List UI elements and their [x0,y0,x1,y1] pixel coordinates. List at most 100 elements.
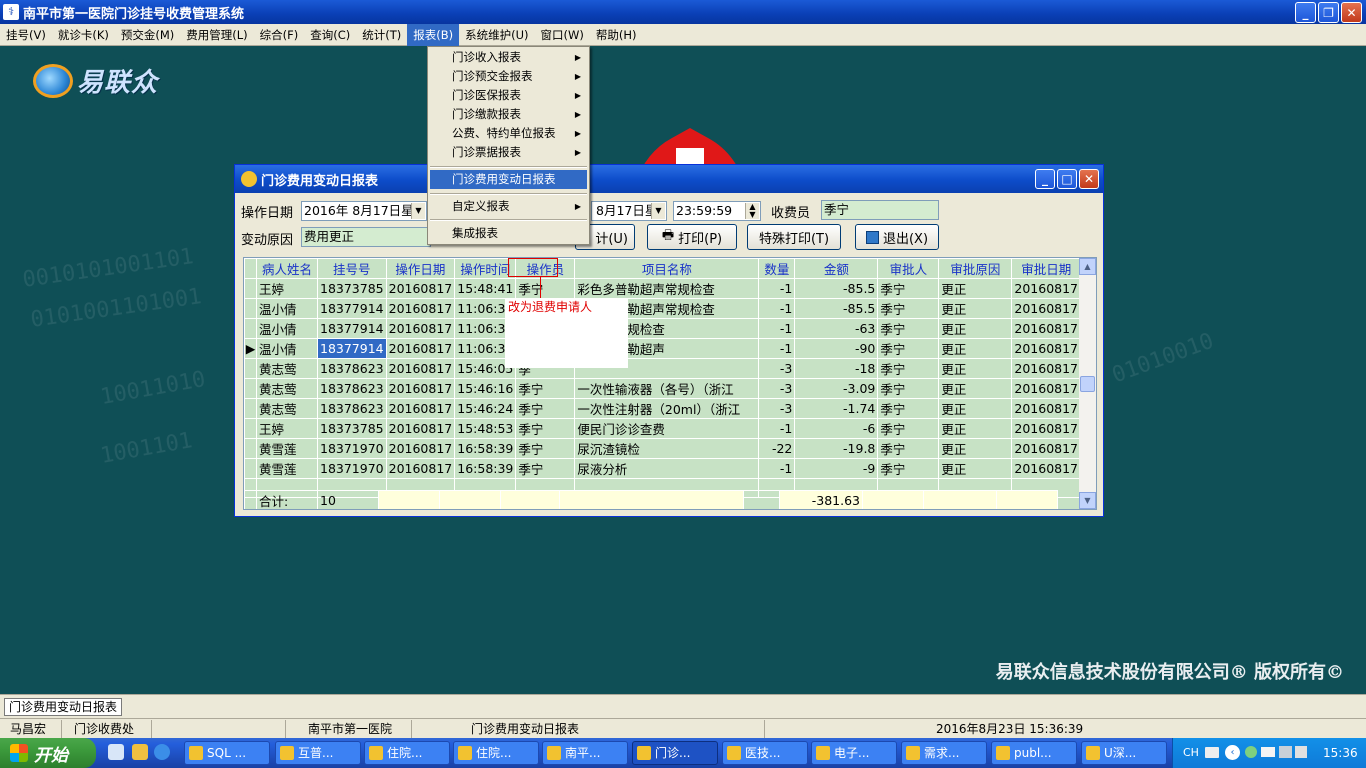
child-minimize-button[interactable]: _ [1035,169,1055,189]
cell-quantity[interactable]: -1 [758,418,796,439]
cell-approval-reason[interactable]: 更正 [938,358,1013,379]
menu-prepay[interactable]: 预交金(M) [115,24,180,46]
cell-approver[interactable]: 季宁 [877,338,940,359]
cell-operator[interactable]: 季宁 [515,398,576,419]
menu-item-outpatient-income[interactable]: 门诊收入报表 ▶ [430,48,587,67]
cell-patient-name[interactable]: 温小倩 [256,318,318,339]
cell-approval-date[interactable]: 20160817 [1011,298,1082,319]
reason-field[interactable]: 费用更正 [301,227,431,247]
cell-approval-reason[interactable]: 更正 [938,318,1013,339]
cell-op-date[interactable]: 20160817 [385,298,456,319]
cell-op-time[interactable]: 15:46:16 [454,378,517,399]
cell-op-date[interactable]: 20160817 [385,278,456,299]
taskbar-button[interactable]: 住院... [364,741,450,765]
cell-op-date[interactable]: 20160817 [385,338,456,359]
cell-quantity[interactable]: -1 [758,318,796,339]
cell-approval-date[interactable]: 20160817 [1011,318,1082,339]
table-row[interactable]: 黄雪莲 18371970 20160817 16:58:39 季宁 尿液分析 -1 -9 季宁更… [244,458,1082,479]
cell-quantity[interactable]: -3 [758,358,796,379]
cell-operator[interactable]: 季宁 [515,458,576,479]
cell-op-time[interactable]: 15:48:53 [454,418,517,439]
cell-approval-reason[interactable]: 更正 [938,418,1013,439]
table-row[interactable]: 黄志莺 18378623 20160817 15:46:24 季宁 一次性注射器（20ml… [244,398,1082,419]
menu-general[interactable]: 综合(F) [254,24,305,46]
quicklaunch-ie-icon[interactable] [154,744,170,760]
cell-op-date[interactable]: 20160817 [385,318,456,339]
row-indicator[interactable] [244,298,257,319]
start-button[interactable]: 开始 [0,738,96,768]
report-grid[interactable]: 病人姓名 挂号号 操作日期 操作时间 操作员 项目名称 数量 金额 审批人 审批… [243,257,1097,510]
cell-op-date[interactable]: 20160817 [385,418,456,439]
col-amount[interactable]: 金额 [794,258,879,279]
cell-patient-name[interactable]: 王婷 [256,418,318,439]
col-quantity[interactable]: 数量 [758,258,796,279]
cell-approval-reason[interactable]: 更正 [938,438,1013,459]
cell-approval-date[interactable]: 20160817 [1011,418,1082,439]
taskbar-button[interactable]: 电子... [811,741,897,765]
row-indicator[interactable] [244,378,257,399]
cell-amount[interactable]: -85.5 [794,278,879,299]
cell-quantity[interactable]: -1 [758,298,796,319]
cell-patient-name[interactable]: 温小倩 [256,298,318,319]
menu-system[interactable]: 系统维护(U) [459,24,534,46]
network-icon[interactable] [1279,746,1292,758]
row-indicator[interactable]: ▶ [244,338,257,359]
menu-item-outpatient-receipts[interactable]: 门诊票据报表 ▶ [430,143,587,162]
cell-approver[interactable]: 季宁 [877,318,940,339]
cell-approval-reason[interactable]: 更正 [938,338,1013,359]
cell-approver[interactable]: 季宁 [877,438,940,459]
cell-op-date[interactable]: 20160817 [385,378,456,399]
cell-operator[interactable]: 季宁 [515,438,576,459]
menu-reports[interactable]: 报表(B) [407,23,460,46]
cell-approver[interactable]: 季宁 [877,298,940,319]
cell-op-date[interactable]: 20160817 [385,438,456,459]
cell-reg-no[interactable]: 18377914 [317,338,387,359]
quicklaunch-explorer-icon[interactable] [108,744,124,760]
menu-item-outpatient-payment[interactable]: 门诊缴款报表 ▶ [430,105,587,124]
scroll-thumb[interactable] [1080,376,1095,392]
cell-approval-reason[interactable]: 更正 [938,398,1013,419]
menu-item-integrated-reports[interactable]: 集成报表 [430,224,587,243]
cell-item-name[interactable]: 尿液分析 [574,458,760,479]
menu-item-outpatient-insurance[interactable]: 门诊医保报表 ▶ [430,86,587,105]
minimize-button[interactable]: _ [1295,2,1316,23]
cell-approval-date[interactable]: 20160817 [1011,338,1082,359]
cell-amount[interactable]: -90 [794,338,879,359]
cell-patient-name[interactable]: 黄志莺 [256,358,318,379]
cell-amount[interactable]: -85.5 [794,298,879,319]
cell-quantity[interactable]: -1 [758,278,796,299]
cell-operator[interactable]: 季宁 [515,378,576,399]
tray-clock[interactable]: 15:36 [1323,746,1358,760]
cell-item-name[interactable]: 彩色多普勒超声常规检查 [574,278,760,299]
cashier-field[interactable]: 季宁 [821,200,939,220]
cell-approver[interactable]: 季宁 [877,278,940,299]
keyboard-icon[interactable] [1205,747,1219,758]
cell-amount[interactable]: -6 [794,418,879,439]
taskbar-button[interactable]: 住院... [453,741,539,765]
cell-amount[interactable]: -18 [794,358,879,379]
child-maximize-button[interactable]: □ [1057,169,1077,189]
menu-item-fee-change-daily[interactable]: 门诊费用变动日报表 [430,170,587,189]
taskbar-button[interactable]: 需求... [901,741,987,765]
cell-approval-date[interactable]: 20160817 [1011,278,1082,299]
cell-approval-date[interactable]: 20160817 [1011,358,1082,379]
cell-reg-no[interactable]: 18377914 [317,298,387,319]
table-row[interactable]: 黄志莺 18378623 20160817 15:46:16 季宁 一次性输液器（各号）（… [244,378,1082,399]
cell-amount[interactable]: -3.09 [794,378,879,399]
table-row[interactable]: 黄雪莲 18371970 20160817 16:58:39 季宁 尿沉渣镜检 -22 -19… [244,438,1082,459]
tray-language[interactable]: CH [1183,746,1199,759]
cell-operator[interactable]: 季宁 [515,278,576,299]
table-row[interactable]: 温小倩183779142016081711:06:30季勒超声常规检查-1-63… [244,318,1082,339]
table-row[interactable]: ▶温小倩183779142016081711:06:30季彩色多普勒超声-1-9… [244,338,1082,359]
cell-op-time[interactable]: 15:48:41 [454,278,517,299]
taskbar-button[interactable]: 互普... [275,741,361,765]
taskbar-button[interactable]: 医技... [722,741,808,765]
print-button[interactable]: 🖶 打印(P) [647,224,737,250]
col-approver[interactable]: 审批人 [877,258,940,279]
menu-card[interactable]: 就诊卡(K) [52,24,115,46]
cell-op-time[interactable]: 16:58:39 [454,458,517,479]
report-window-titlebar[interactable]: 门诊费用变动日报表 _ □ ✕ [235,165,1103,193]
row-indicator[interactable] [244,358,257,379]
menu-register[interactable]: 挂号(V) [0,24,52,46]
cell-item-name[interactable]: 尿沉渣镜检 [574,438,760,459]
